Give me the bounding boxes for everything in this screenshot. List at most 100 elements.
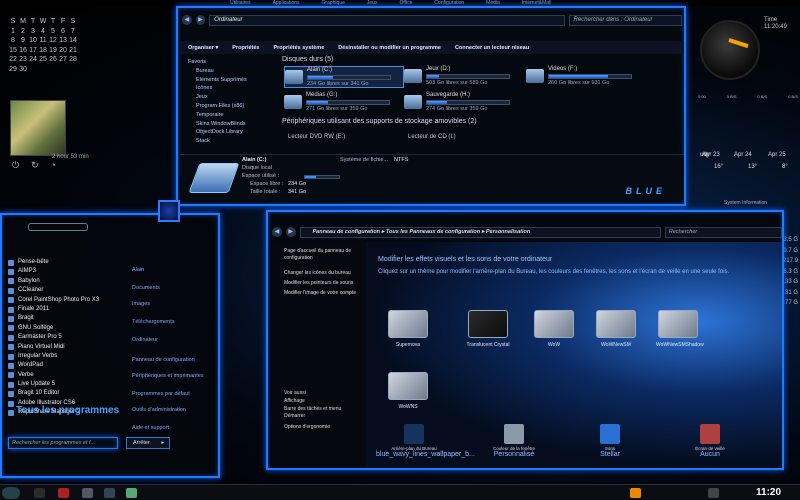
theme-item[interactable]: WoWNS	[386, 372, 430, 410]
sidebar-item[interactable]: Stack	[188, 137, 274, 146]
drive-item[interactable]: Médias (G:) 271 Go libres sur 359 Go	[284, 92, 404, 114]
taskbar-app-icon[interactable]	[104, 488, 115, 498]
calendar-day[interactable]: 20	[58, 46, 68, 56]
program-item[interactable]: Bragit 10 Editor	[8, 389, 118, 398]
start-place-item[interactable]: Documents	[132, 285, 160, 291]
calendar-day[interactable]: 17	[28, 46, 38, 56]
start-place-item[interactable]: Périphériques et imprimantes	[132, 373, 204, 379]
cp-option[interactable]: Écran de veille Aucun	[672, 424, 748, 458]
cp-side-link[interactable]: Modifier l'image de votre compte	[284, 290, 360, 297]
hibernate-icon[interactable]: ◔	[51, 160, 56, 171]
cp-back-icon[interactable]: ◀	[272, 227, 282, 237]
drive-item[interactable]: Alain (C:) 234 Go libres sur 341 Go	[284, 66, 404, 88]
theme-item[interactable]: WoWNewSM	[594, 310, 638, 348]
start-place-item[interactable]: Aide et support	[132, 425, 169, 431]
calendar-day[interactable]: 16	[18, 46, 28, 56]
start-place-item[interactable]: Outils d'administration	[132, 407, 186, 413]
tray-icon[interactable]	[630, 488, 641, 498]
theme-item[interactable]: Supernova	[386, 310, 430, 348]
calendar-day[interactable]: 7	[68, 27, 78, 37]
cp-option[interactable]: Couleur de la fenêtre Personnalisé	[476, 424, 552, 458]
calendar-day[interactable]	[28, 65, 38, 75]
calendar-day[interactable]: 4	[38, 27, 48, 37]
calendar-day[interactable]: 6	[58, 27, 68, 37]
cp-option[interactable]: Arrière-plan du Bureau blue_wavy_lines_wa…	[376, 424, 475, 458]
toolbar-button[interactable]: Organiser ▾	[188, 45, 218, 51]
program-item[interactable]: Pense-bête	[8, 258, 118, 267]
sidebar-item[interactable]: Skins WindowBlinds	[188, 120, 274, 129]
calendar-day[interactable]: 11	[38, 36, 48, 46]
power-icon[interactable]: ⏻	[12, 160, 19, 171]
toolbar-button[interactable]: Propriétés système	[274, 45, 325, 51]
all-programs-link[interactable]: Tous les programmes	[16, 405, 119, 416]
theme-item[interactable]: Translucent Crystal	[466, 310, 510, 348]
hard-disks-header[interactable]: Disques durs (5)	[282, 56, 333, 63]
program-item[interactable]: Bragit	[8, 314, 118, 323]
cp-side-link[interactable]: Changer les icônes du bureau	[284, 270, 360, 277]
program-item[interactable]: Finale 2011	[8, 305, 118, 314]
program-item[interactable]: Verbe	[8, 371, 118, 380]
sidebar-item[interactable]: Icônes	[188, 84, 274, 93]
cp-forward-icon[interactable]: ▶	[285, 227, 296, 237]
calendar-day[interactable]: 13	[58, 36, 68, 46]
start-place-item[interactable]: Téléchargements	[132, 319, 175, 325]
start-place-item[interactable]: Programmes par défaut	[132, 391, 190, 397]
taskbar-app-icon[interactable]	[126, 488, 137, 498]
calendar-day[interactable]: 23	[18, 55, 28, 65]
program-item[interactable]: Corel PaintShop Photo Pro X3	[8, 296, 118, 305]
calendar-day[interactable]	[38, 65, 48, 75]
start-search-input[interactable]: Rechercher les programmes et f...	[8, 437, 118, 449]
see-also-link[interactable]: Options d'ergonomie	[284, 424, 354, 431]
taskbar-folder-icon[interactable]	[82, 488, 93, 498]
restart-icon[interactable]: ↻	[31, 160, 39, 171]
cp-address-input[interactable]: Panneau de configuration ▸ Tous les Pann…	[299, 226, 661, 238]
taskbar-app-icon[interactable]	[34, 488, 45, 498]
cp-search-input[interactable]: Rechercher	[664, 226, 782, 238]
back-icon[interactable]: ◀	[182, 15, 192, 25]
drive-item[interactable]: Videos (F:) 260 Go libres sur 931 Go	[526, 66, 646, 88]
taskbar-app-icon[interactable]	[58, 488, 69, 498]
calendar-day[interactable]: 29	[8, 65, 18, 75]
calendar-day[interactable]: 30	[18, 65, 28, 75]
program-item[interactable]: Irregular Verbs	[8, 352, 118, 361]
see-also-link[interactable]: Affichage	[284, 398, 354, 405]
start-place-item[interactable]: Alain	[132, 267, 144, 273]
program-item[interactable]: Earmaster Pro 5	[8, 333, 118, 342]
start-place-item[interactable]: Panneau de configuration	[132, 357, 195, 363]
calendar-day[interactable]: 5	[48, 27, 58, 37]
toolbar-button[interactable]: Propriétés	[232, 45, 259, 51]
calendar-day[interactable]: 3	[28, 27, 38, 37]
start-place-item[interactable]: Ordinateur	[132, 337, 158, 343]
calendar-day[interactable]: 21	[68, 46, 78, 56]
program-item[interactable]: WordPad	[8, 361, 118, 370]
shutdown-button[interactable]: Arrêter ▸	[126, 437, 170, 449]
explorer-search-input[interactable]: Rechercher dans : Ordinateur	[568, 14, 682, 26]
calendar-day[interactable]: 8	[8, 36, 18, 46]
sidebar-item[interactable]: Favoris	[188, 58, 274, 67]
program-item[interactable]: Live Update 5	[8, 380, 118, 389]
tray-network-icon[interactable]	[708, 488, 719, 498]
taskbar-clock[interactable]: 11:20	[756, 487, 781, 498]
forward-icon[interactable]: ▶	[195, 15, 206, 25]
drive-item[interactable]: Sauvegarde (H:) 274 Go libres sur 359 Go	[404, 92, 524, 114]
dvd-drive[interactable]: Lecteur DVD RW (E:)	[288, 134, 345, 140]
user-avatar[interactable]	[158, 200, 180, 222]
calendar-day[interactable]: 24	[28, 55, 38, 65]
toolbar-button[interactable]: Désinstaller ou modifier un programme	[338, 45, 441, 51]
cp-side-link[interactable]: Modifier les pointeurs de souris	[284, 280, 360, 287]
calendar-day[interactable]: 25	[38, 55, 48, 65]
calendar-day[interactable]	[48, 65, 58, 75]
sidebar-item[interactable]: Eléments Supprimés	[188, 76, 274, 85]
see-also-link[interactable]: Barre des tâches et menu Démarrer	[284, 406, 354, 420]
calendar-day[interactable]: 1	[8, 27, 18, 37]
calendar-day[interactable]	[68, 65, 78, 75]
explorer-address-input[interactable]: Ordinateur	[209, 14, 565, 26]
calendar-day[interactable]: 10	[28, 36, 38, 46]
calendar-day[interactable]	[58, 65, 68, 75]
calendar-day[interactable]: 12	[48, 36, 58, 46]
calendar-day[interactable]: 26	[48, 55, 58, 65]
program-item[interactable]: GNU Solfège	[8, 324, 118, 333]
calendar-day[interactable]: 22	[8, 55, 18, 65]
start-place-item[interactable]: Images	[132, 301, 150, 307]
calendar-day[interactable]: 28	[68, 55, 78, 65]
